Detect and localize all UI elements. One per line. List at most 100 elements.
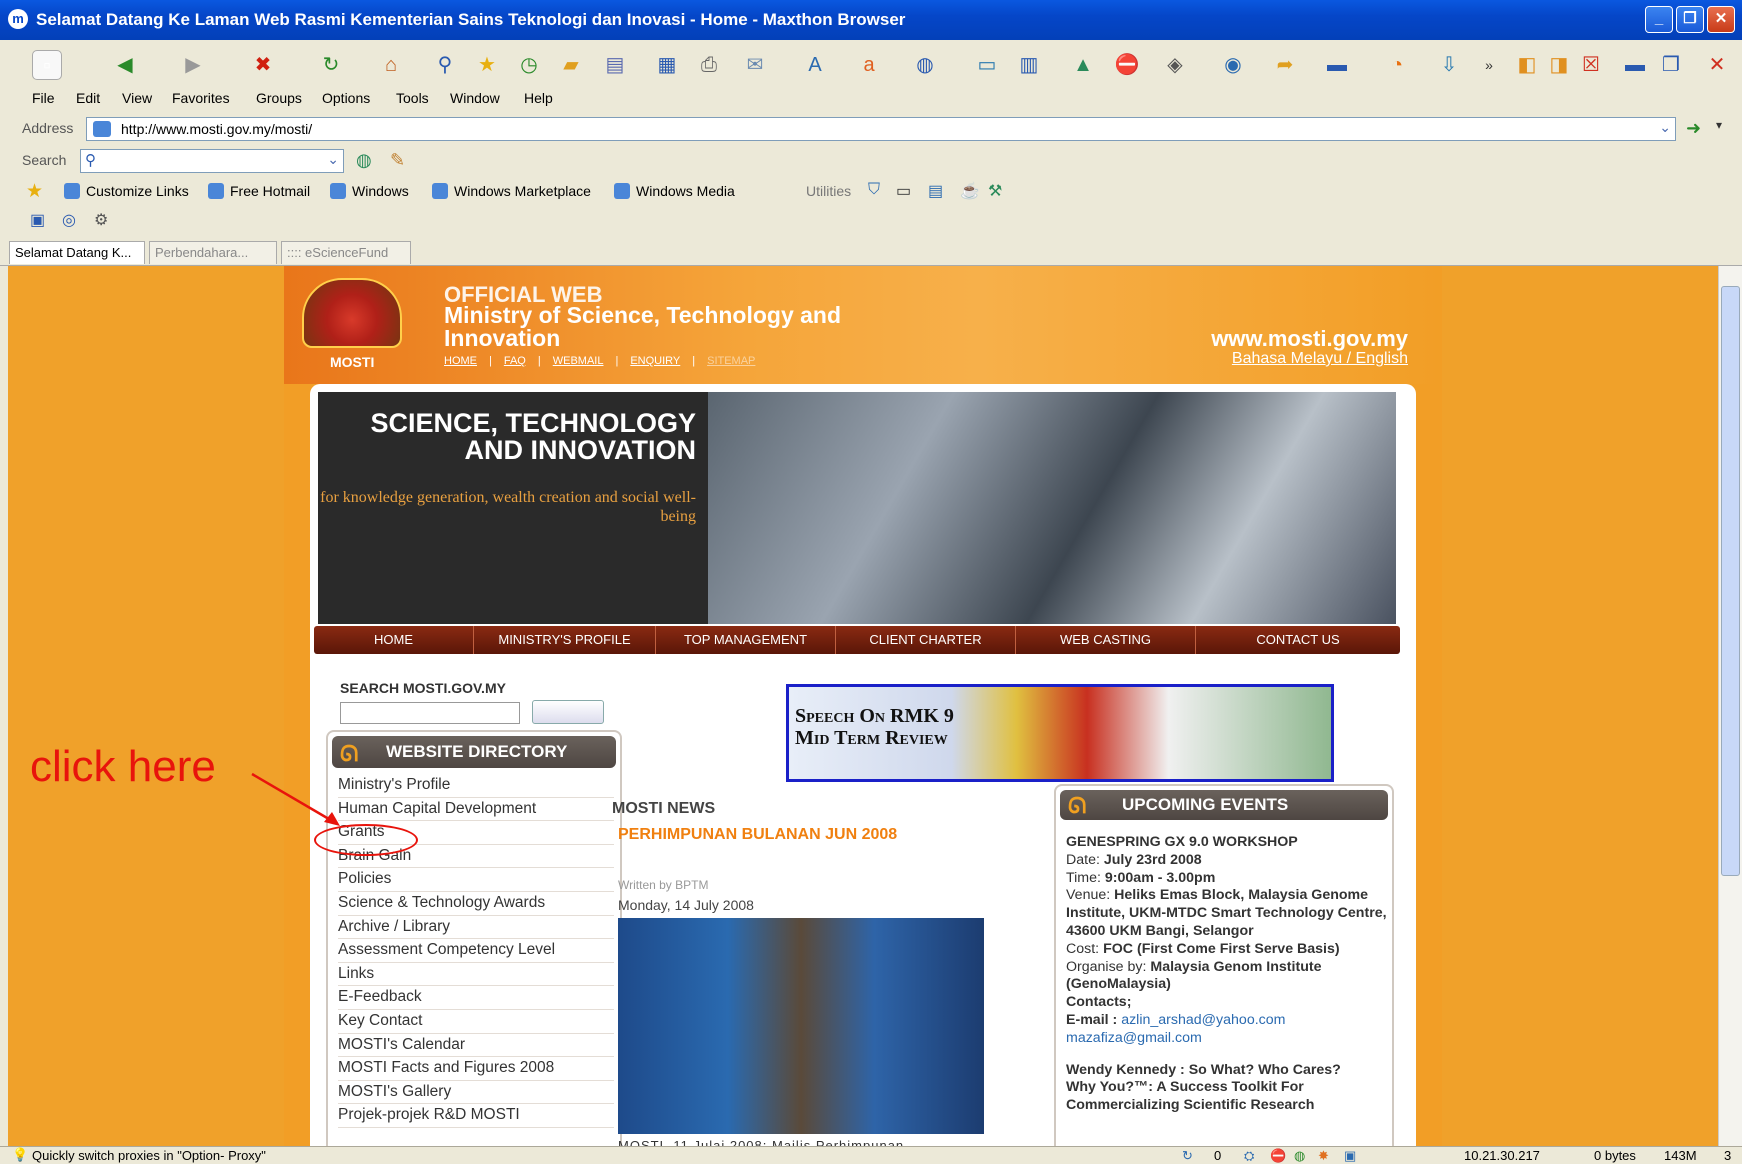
restore-button[interactable]: ❐ [1676, 6, 1704, 33]
close-all-icon[interactable]: ✕ [1702, 50, 1732, 80]
chevron-down-icon[interactable]: ⌄ [327, 151, 339, 168]
utility-window-icon[interactable]: ▭ [896, 181, 911, 201]
menu-favorites[interactable]: Favorites [172, 90, 230, 106]
speech-banner[interactable]: Speech On RMK 9 Mid Term Review [786, 684, 1334, 782]
status-flash-icon[interactable]: ✸ [1318, 1148, 1329, 1164]
go-menu-icon[interactable]: ▾ [1716, 118, 1722, 132]
nav-ministry-profile[interactable]: MINISTRY'S PROFILE [474, 626, 656, 654]
download-icon[interactable]: ⇩ [1434, 50, 1464, 80]
status-window-icon[interactable]: ▣ [1344, 1148, 1356, 1164]
link-windows[interactable]: Windows [330, 183, 409, 199]
dir-archive[interactable]: Archive / Library [338, 916, 614, 940]
status-network-icon[interactable]: ◍ [1294, 1148, 1305, 1164]
status-block-icon[interactable]: ⛔ [1270, 1148, 1286, 1164]
compass-icon[interactable]: ◎ [62, 210, 76, 230]
language-switch[interactable]: Bahasa Melayu / English [1232, 350, 1408, 368]
site-search-button[interactable] [532, 700, 604, 724]
open-folder-icon[interactable]: ➦ [1270, 50, 1300, 80]
menu-window[interactable]: Window [450, 90, 500, 106]
nav-contact-us[interactable]: CONTACT US [1196, 626, 1400, 654]
upload-icon[interactable]: ▲ [1068, 50, 1098, 80]
font-size-icon[interactable]: A [800, 50, 830, 80]
utility-tool-icon[interactable]: ⛉ [868, 181, 880, 199]
back-icon[interactable]: ◀ [110, 50, 140, 80]
next-tab-icon[interactable]: ◨ [1544, 50, 1574, 80]
header-link-faq[interactable]: FAQ [504, 355, 526, 367]
dir-st-awards[interactable]: Science & Technology Awards [338, 892, 614, 916]
link-free-hotmail[interactable]: Free Hotmail [208, 183, 310, 199]
menu-edit[interactable]: Edit [76, 90, 100, 106]
forward-icon[interactable]: ▶ [178, 50, 208, 80]
book-icon[interactable]: ▤ [600, 50, 630, 80]
link-windows-media[interactable]: Windows Media [614, 183, 735, 199]
sidebar-icon[interactable]: ▦ [652, 50, 682, 80]
menu-help[interactable]: Help [524, 90, 553, 106]
folder-icon[interactable]: ▰ [556, 50, 586, 80]
dir-assessment[interactable]: Assessment Competency Level [338, 939, 614, 963]
globe-icon[interactable]: ◍ [910, 50, 940, 80]
header-link-sitemap[interactable]: SITEMAP [707, 355, 755, 367]
block-icon[interactable]: ⛔ [1112, 50, 1142, 80]
screen-icon[interactable]: ▭ [972, 50, 1002, 80]
tab-mosti[interactable]: Selamat Datang K... [9, 241, 145, 264]
header-link-webmail[interactable]: WEBMAIL [553, 355, 604, 367]
tab-esciencefund[interactable]: :::: eScienceFund [281, 241, 411, 264]
utility-cup-icon[interactable]: ☕ [960, 181, 980, 201]
nav-top-management[interactable]: TOP MANAGEMENT [656, 626, 836, 654]
link-customize-links[interactable]: Customize Links [64, 183, 189, 199]
go-icon[interactable]: ➜ [1686, 118, 1701, 139]
tab-perbendaharaan[interactable]: Perbendahara... [149, 241, 277, 264]
chevron-down-icon[interactable]: ⌄ [1659, 119, 1671, 136]
proxy-icon[interactable]: ◈ [1160, 50, 1190, 80]
search-icon[interactable]: ⚲ [430, 50, 460, 80]
nav-client-charter[interactable]: CLIENT CHARTER [836, 626, 1016, 654]
header-link-home[interactable]: HOME [444, 355, 477, 367]
status-proxy-icon[interactable]: ⛭ [1244, 1148, 1254, 1164]
utility-tools-icon[interactable]: ⚒ [988, 181, 1002, 201]
email-link-2[interactable]: mazafiza@gmail.com [1066, 1030, 1392, 1048]
new-page-icon[interactable]: ▫ [32, 50, 62, 80]
utility-page-icon[interactable]: ▤ [928, 181, 943, 201]
nav-home[interactable]: HOME [314, 626, 474, 654]
search-input[interactable]: ⚲ ⌄ [80, 149, 344, 173]
refresh-icon[interactable]: ↻ [316, 50, 346, 80]
favorites-star-icon[interactable]: ★ [472, 50, 502, 80]
header-link-enquiry[interactable]: ENQUIRY [630, 355, 680, 367]
mail-icon[interactable]: ✉ [740, 50, 770, 80]
form-fill-icon[interactable]: ▬ [1322, 50, 1352, 80]
link-windows-marketplace[interactable]: Windows Marketplace [432, 183, 591, 199]
minimize-button[interactable]: _ [1645, 6, 1673, 33]
menu-tools[interactable]: Tools [396, 90, 429, 106]
news-headline[interactable]: PERHIMPUNAN BULANAN JUN 2008 [618, 826, 897, 844]
close-button[interactable]: ✕ [1707, 6, 1735, 33]
email-link-1[interactable]: azlin_arshad@yahoo.com [1121, 1012, 1285, 1028]
network-icon[interactable]: ◉ [1218, 50, 1248, 80]
print-icon[interactable]: ⎙ [694, 50, 724, 80]
dir-links[interactable]: Links [338, 963, 614, 987]
site-search-input[interactable] [340, 702, 520, 724]
favorites-star-icon[interactable]: ★ [26, 180, 43, 203]
translate-icon[interactable]: a [854, 50, 884, 80]
menu-file[interactable]: File [32, 90, 55, 106]
vertical-scrollbar[interactable] [1718, 266, 1742, 1146]
close-tab-icon[interactable]: ☒ [1576, 50, 1606, 80]
minimize-tab-icon[interactable]: ▬ [1620, 50, 1650, 80]
highlight-icon[interactable]: ✎ [390, 150, 405, 171]
dir-ministry-profile[interactable]: Ministry's Profile [338, 774, 614, 798]
nav-web-casting[interactable]: WEB CASTING [1016, 626, 1196, 654]
dir-e-feedback[interactable]: E-Feedback [338, 986, 614, 1010]
dir-policies[interactable]: Policies [338, 868, 614, 892]
dir-gallery[interactable]: MOSTI's Gallery [338, 1081, 614, 1105]
dir-key-contact[interactable]: Key Contact [338, 1010, 614, 1034]
dir-human-capital[interactable]: Human Capital Development [338, 798, 614, 822]
dir-facts-figures[interactable]: MOSTI Facts and Figures 2008 [338, 1057, 614, 1081]
menu-view[interactable]: View [122, 90, 152, 106]
more-icon[interactable]: » [1474, 50, 1504, 80]
rss-icon[interactable]: ◔ [1382, 50, 1412, 80]
search-go-icon[interactable]: ◍ [356, 150, 372, 171]
restore-tab-icon[interactable]: ❐ [1656, 50, 1686, 80]
tools-icon[interactable]: ⚙ [94, 210, 108, 230]
screenshot-icon[interactable]: ▣ [30, 210, 45, 230]
dir-calendar[interactable]: MOSTI's Calendar [338, 1034, 614, 1058]
columns-icon[interactable]: ▥ [1014, 50, 1044, 80]
